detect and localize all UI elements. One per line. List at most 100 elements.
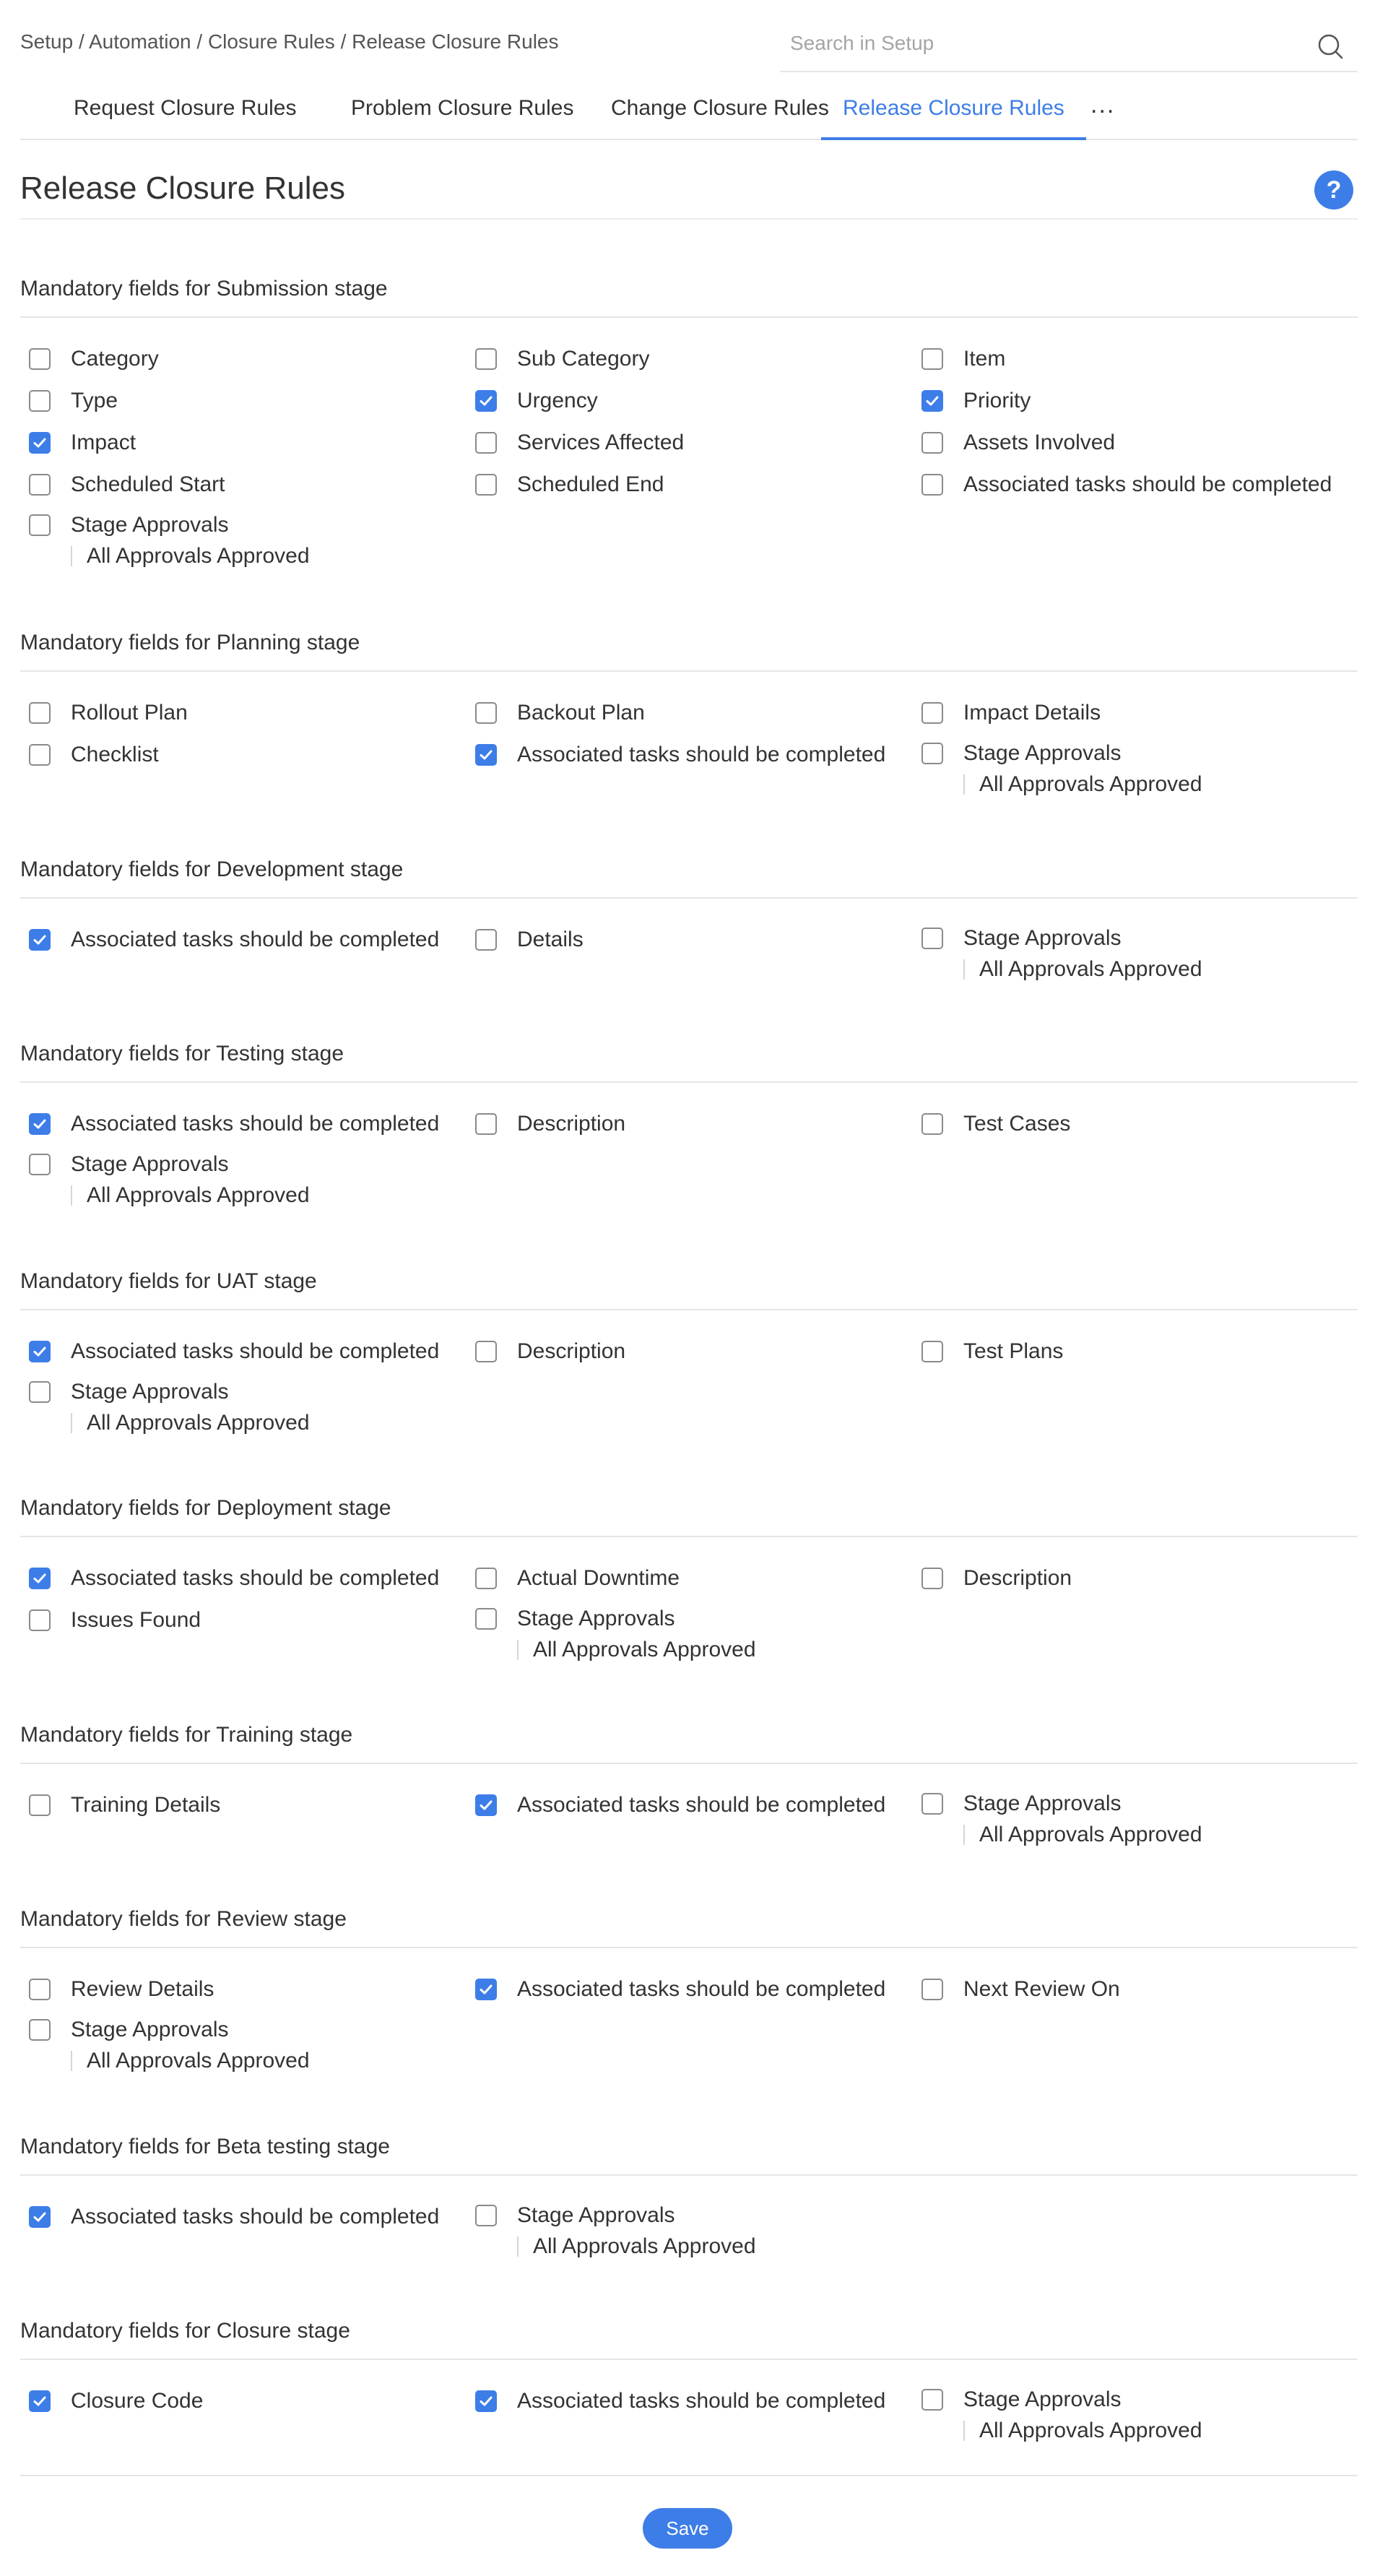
field-checkbox-stage-approvals[interactable]: Stage Approvals All Approvals Approved: [29, 1152, 310, 1206]
field-checkbox-associated-tasks-should-be-completed[interactable]: Associated tasks should be completed: [29, 2205, 439, 2229]
field-checkbox-stage-approvals[interactable]: Stage Approvals All Approvals Approved: [29, 2018, 310, 2072]
field-checkbox-description[interactable]: Description: [475, 1112, 625, 1136]
checkbox-unchecked[interactable]: [475, 1568, 497, 1589]
checkbox-checked[interactable]: [29, 1568, 51, 1589]
checkbox-unchecked[interactable]: [475, 474, 497, 496]
checkbox-checked[interactable]: [475, 2390, 497, 2412]
field-checkbox-associated-tasks-should-be-completed[interactable]: Associated tasks should be completed: [29, 1112, 439, 1136]
checkbox-checked[interactable]: [475, 390, 497, 412]
checkbox-unchecked[interactable]: [921, 1568, 943, 1589]
checkbox-unchecked[interactable]: [921, 1793, 943, 1815]
field-checkbox-stage-approvals[interactable]: Stage Approvals All Approvals Approved: [921, 926, 1202, 980]
checkbox-unchecked[interactable]: [921, 743, 943, 764]
tab-problem-closure-rules[interactable]: Problem Closure Rules: [329, 79, 595, 140]
checkbox-checked[interactable]: [29, 929, 51, 951]
field-checkbox-associated-tasks-should-be-completed[interactable]: Associated tasks should be completed: [475, 2389, 885, 2413]
checkbox-unchecked[interactable]: [475, 348, 497, 370]
field-checkbox-test-cases[interactable]: Test Cases: [921, 1112, 1070, 1136]
search-icon[interactable]: [1316, 32, 1345, 61]
field-checkbox-stage-approvals[interactable]: Stage Approvals All Approvals Approved: [29, 513, 310, 567]
checkbox-unchecked[interactable]: [29, 1979, 51, 2000]
checkbox-unchecked[interactable]: [921, 348, 943, 370]
tab-release-closure-rules[interactable]: Release Closure Rules: [821, 79, 1086, 140]
field-checkbox-associated-tasks-should-be-completed[interactable]: Associated tasks should be completed: [29, 1566, 439, 1591]
field-checkbox-associated-tasks-should-be-completed[interactable]: Associated tasks should be completed: [921, 472, 1332, 497]
field-checkbox-closure-code[interactable]: Closure Code: [29, 2389, 203, 2413]
field-checkbox-stage-approvals[interactable]: Stage Approvals All Approvals Approved: [921, 741, 1202, 795]
field-checkbox-checklist[interactable]: Checklist: [29, 743, 159, 767]
checkbox-unchecked[interactable]: [29, 744, 51, 766]
field-checkbox-priority[interactable]: Priority: [921, 389, 1031, 413]
checkbox-unchecked[interactable]: [29, 514, 51, 536]
field-checkbox-scheduled-start[interactable]: Scheduled Start: [29, 472, 225, 497]
field-checkbox-test-plans[interactable]: Test Plans: [921, 1339, 1063, 1364]
checkbox-unchecked[interactable]: [29, 348, 51, 370]
field-checkbox-associated-tasks-should-be-completed[interactable]: Associated tasks should be completed: [475, 1977, 885, 2002]
field-checkbox-description[interactable]: Description: [475, 1339, 625, 1364]
checkbox-checked[interactable]: [475, 1794, 497, 1816]
field-checkbox-assets-involved[interactable]: Assets Involved: [921, 431, 1115, 455]
field-checkbox-review-details[interactable]: Review Details: [29, 1977, 214, 2002]
checkbox-unchecked[interactable]: [29, 1381, 51, 1403]
field-checkbox-impact[interactable]: Impact: [29, 431, 136, 455]
checkbox-unchecked[interactable]: [921, 1979, 943, 2000]
checkbox-unchecked[interactable]: [921, 2389, 943, 2411]
checkbox-unchecked[interactable]: [475, 1113, 497, 1135]
field-checkbox-next-review-on[interactable]: Next Review On: [921, 1977, 1120, 2002]
checkbox-checked[interactable]: [29, 2206, 51, 2228]
field-checkbox-stage-approvals[interactable]: Stage Approvals All Approvals Approved: [475, 2203, 756, 2257]
field-checkbox-category[interactable]: Category: [29, 347, 159, 371]
checkbox-unchecked[interactable]: [921, 474, 943, 496]
tab-change-closure-rules[interactable]: Change Closure Rules: [589, 79, 851, 140]
checkbox-unchecked[interactable]: [475, 1608, 497, 1630]
field-checkbox-associated-tasks-should-be-completed[interactable]: Associated tasks should be completed: [29, 1339, 439, 1364]
field-checkbox-actual-downtime[interactable]: Actual Downtime: [475, 1566, 680, 1591]
breadcrumb[interactable]: Setup / Automation / Closure Rules / Rel…: [20, 30, 559, 53]
more-tabs-button[interactable]: ...: [1090, 79, 1115, 140]
field-checkbox-associated-tasks-should-be-completed[interactable]: Associated tasks should be completed: [475, 1793, 885, 1818]
checkbox-checked[interactable]: [29, 1341, 51, 1362]
checkbox-unchecked[interactable]: [921, 702, 943, 724]
checkbox-checked[interactable]: [29, 432, 51, 454]
field-checkbox-scheduled-end[interactable]: Scheduled End: [475, 472, 664, 497]
checkbox-unchecked[interactable]: [29, 1154, 51, 1175]
checkbox-unchecked[interactable]: [475, 432, 497, 454]
checkbox-unchecked[interactable]: [475, 1341, 497, 1362]
checkbox-unchecked[interactable]: [29, 1609, 51, 1631]
checkbox-unchecked[interactable]: [921, 432, 943, 454]
field-checkbox-stage-approvals[interactable]: Stage Approvals All Approvals Approved: [921, 2387, 1202, 2442]
field-checkbox-sub-category[interactable]: Sub Category: [475, 347, 649, 371]
field-checkbox-stage-approvals[interactable]: Stage Approvals All Approvals Approved: [921, 1791, 1202, 1846]
field-checkbox-type[interactable]: Type: [29, 389, 118, 413]
save-button[interactable]: Save: [643, 2508, 732, 2549]
checkbox-unchecked[interactable]: [475, 702, 497, 724]
field-checkbox-issues-found[interactable]: Issues Found: [29, 1608, 201, 1633]
field-checkbox-stage-approvals[interactable]: Stage Approvals All Approvals Approved: [29, 1380, 310, 1434]
checkbox-unchecked[interactable]: [29, 2019, 51, 2041]
field-checkbox-services-affected[interactable]: Services Affected: [475, 431, 684, 455]
checkbox-unchecked[interactable]: [475, 929, 497, 951]
field-checkbox-item[interactable]: Item: [921, 347, 1005, 371]
field-checkbox-rollout-plan[interactable]: Rollout Plan: [29, 701, 188, 725]
field-checkbox-associated-tasks-should-be-completed[interactable]: Associated tasks should be completed: [475, 743, 885, 767]
search-input[interactable]: [780, 22, 1285, 65]
checkbox-unchecked[interactable]: [29, 702, 51, 724]
field-checkbox-backout-plan[interactable]: Backout Plan: [475, 701, 645, 725]
checkbox-unchecked[interactable]: [29, 1794, 51, 1816]
checkbox-checked[interactable]: [29, 2390, 51, 2412]
field-checkbox-associated-tasks-should-be-completed[interactable]: Associated tasks should be completed: [29, 928, 439, 952]
field-checkbox-description[interactable]: Description: [921, 1566, 1072, 1591]
checkbox-unchecked[interactable]: [29, 474, 51, 496]
checkbox-checked[interactable]: [475, 1979, 497, 2000]
field-checkbox-impact-details[interactable]: Impact Details: [921, 701, 1101, 725]
checkbox-unchecked[interactable]: [921, 928, 943, 949]
field-checkbox-details[interactable]: Details: [475, 928, 584, 952]
checkbox-unchecked[interactable]: [921, 1113, 943, 1135]
checkbox-unchecked[interactable]: [475, 2205, 497, 2226]
checkbox-unchecked[interactable]: [29, 390, 51, 412]
field-checkbox-stage-approvals[interactable]: Stage Approvals All Approvals Approved: [475, 1607, 756, 1661]
help-icon[interactable]: ?: [1314, 170, 1353, 209]
tab-request-closure-rules[interactable]: Request Closure Rules: [52, 79, 318, 140]
field-checkbox-training-details[interactable]: Training Details: [29, 1793, 220, 1818]
checkbox-unchecked[interactable]: [921, 1341, 943, 1362]
